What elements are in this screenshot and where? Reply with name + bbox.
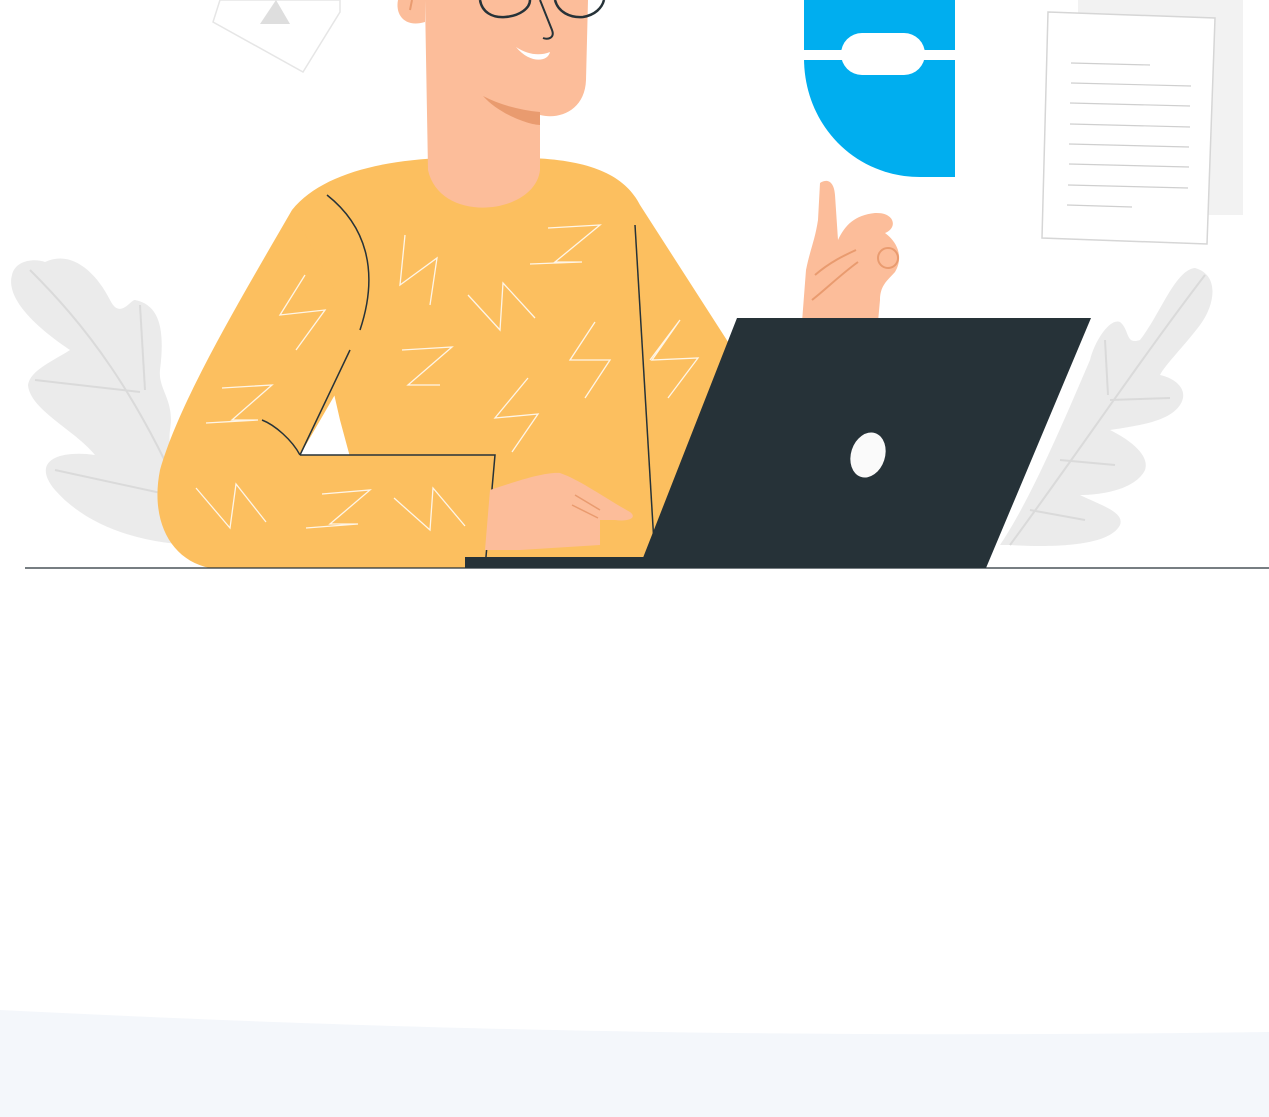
sweater (157, 158, 730, 569)
hero-illustration (11, 0, 1269, 569)
warning-card-icon (212, 0, 341, 74)
document-icon (1041, 0, 1243, 245)
page (0, 0, 1269, 1117)
blue-logo-icon (800, 0, 960, 177)
bottom-wave-band (0, 1010, 1269, 1117)
raised-hand (802, 180, 900, 322)
